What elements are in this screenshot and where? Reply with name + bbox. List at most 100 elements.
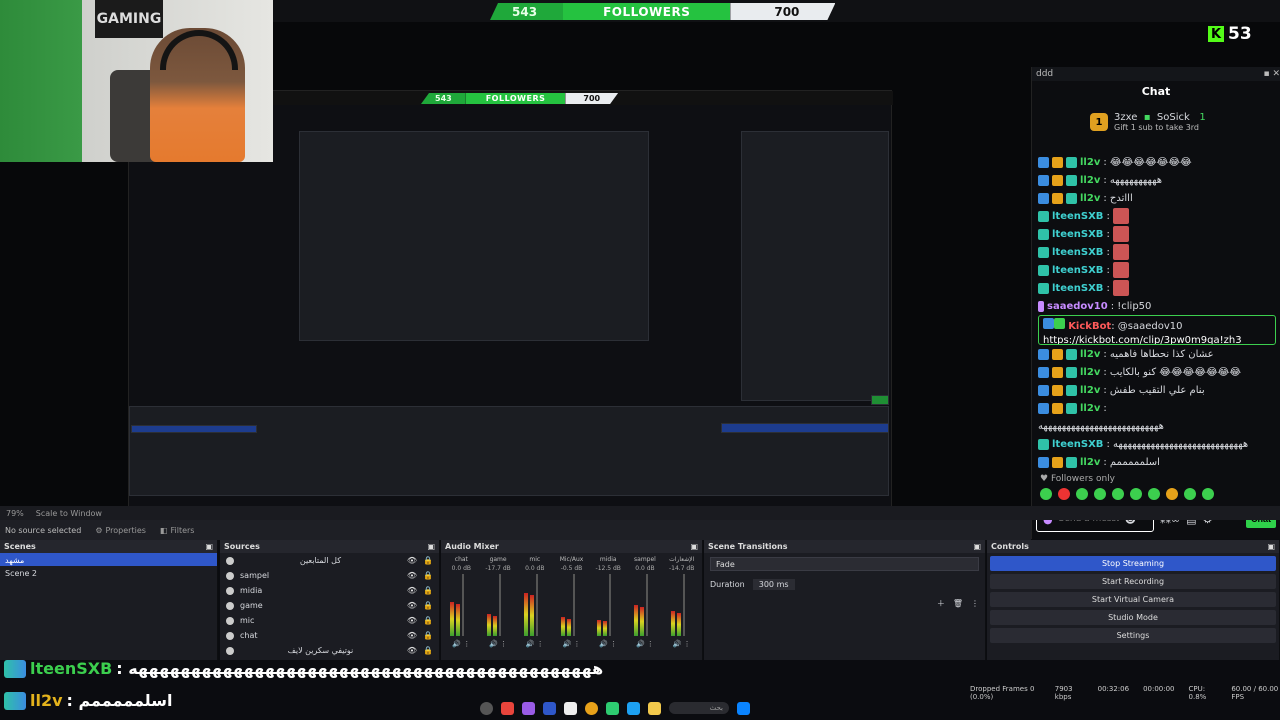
chrome-icon[interactable]	[585, 701, 598, 715]
source-item[interactable]: mic 👁 🔒	[220, 613, 439, 628]
speaker-icon[interactable]: 🔊	[563, 640, 572, 648]
chat-message: ll2v: ههههههههههه	[1038, 171, 1276, 189]
chat-dock-title: ddd	[1036, 69, 1054, 79]
app-icon[interactable]	[564, 701, 577, 715]
filters-button[interactable]: ◧ Filters	[160, 526, 195, 535]
mixer-channel[interactable]: mic 0.0 dB 🔊 ⋮	[518, 556, 551, 648]
followers-goal: 700	[730, 3, 835, 20]
settings-button[interactable]: Settings	[990, 628, 1276, 643]
mixer-channel[interactable]: chat 0.0 dB 🔊 ⋮	[445, 556, 478, 648]
folder-icon[interactable]	[648, 701, 661, 715]
start-recording-button[interactable]: Start Recording	[990, 574, 1276, 589]
more-icon[interactable]: ⋮	[463, 640, 470, 648]
volume-meter[interactable]	[670, 574, 693, 636]
overlay-user: lteenSXB	[30, 659, 113, 678]
zoom-level[interactable]: 79%	[6, 509, 24, 518]
lock-icon: 🔒	[423, 601, 433, 610]
source-item[interactable]: نوتيفي سكرين لايف 👁 🔒	[220, 643, 439, 658]
dock-close-icon[interactable]: ▪ ✕	[1263, 69, 1280, 79]
chat-message: saaedov10: !clip50	[1038, 297, 1276, 315]
overlay-user: ll2v	[30, 691, 63, 710]
app-icon[interactable]	[522, 701, 535, 715]
stop-streaming-button[interactable]: Stop Streaming	[990, 556, 1276, 571]
chat-message: lteenSXB:	[1038, 261, 1276, 279]
brave-icon[interactable]	[501, 701, 514, 715]
chat-message: ll2v: اسلمممممم	[1038, 453, 1276, 471]
app-icon[interactable]	[606, 701, 619, 715]
speaker-icon[interactable]: 🔊	[452, 640, 461, 648]
properties-button[interactable]: ⚙ Properties	[95, 526, 146, 535]
emote-icon	[1112, 488, 1124, 500]
more-icon[interactable]: ⋮	[573, 640, 580, 648]
windows-icon[interactable]	[737, 701, 750, 715]
more-icon[interactable]: ⋮	[500, 640, 507, 648]
speaker-icon[interactable]: 🔊	[673, 640, 682, 648]
speaker-icon[interactable]: 🔊	[599, 640, 608, 648]
nested-followers-bar: 543 FOLLOWERS 700	[421, 93, 618, 104]
chat-message: lteenSXB:	[1038, 207, 1276, 225]
duration-input[interactable]: 300 ms	[752, 579, 795, 590]
emote-icon	[1094, 488, 1106, 500]
scene-item[interactable]: Scene 2	[0, 566, 217, 579]
speaker-icon[interactable]: 🔊	[526, 640, 535, 648]
source-item[interactable]: sampel 👁 🔒	[220, 568, 439, 583]
volume-meter[interactable]	[597, 574, 619, 636]
app-icon[interactable]	[627, 701, 640, 715]
app-icon[interactable]	[543, 701, 556, 715]
channel-name: mic	[529, 556, 541, 563]
speaker-icon[interactable]: 🔊	[489, 640, 498, 648]
transition-select[interactable]: Fade	[710, 557, 979, 571]
search-input[interactable]: بحث	[669, 702, 729, 714]
more-icon[interactable]: ⋮	[537, 640, 544, 648]
nested-chat-button	[871, 395, 889, 405]
chat-messages: ll2v: 😂😂😂😂😂😂😂 ll2v: ههههههههههه ll2v: اا…	[1038, 153, 1276, 471]
bitrate: 7903 kbps	[1054, 685, 1073, 701]
mixer-channel[interactable]: Mic/Aux -0.5 dB 🔊 ⋮	[555, 556, 588, 648]
trash-icon[interactable]: 🗑	[953, 599, 963, 608]
more-icon[interactable]: ⋮	[610, 640, 617, 648]
more-icon[interactable]: ⋮	[684, 640, 691, 648]
mixer-channel[interactable]: game -17.7 dB 🔊 ⋮	[482, 556, 515, 648]
channel-name: game	[489, 556, 507, 563]
speaker-icon	[226, 586, 234, 595]
source-item[interactable]: game 👁 🔒	[220, 598, 439, 613]
emote-icon	[1130, 488, 1142, 500]
studio-mode-button[interactable]: Studio Mode	[990, 610, 1276, 625]
lock-icon: 🔒	[423, 616, 433, 625]
pinned-gift-text: Gift 1 sub to take 3rd	[1114, 123, 1200, 132]
volume-meter[interactable]	[560, 574, 583, 636]
volume-meter[interactable]	[450, 574, 472, 636]
source-item[interactable]: كل المتابعين 👁 🔒	[220, 553, 439, 568]
more-icon[interactable]: ⋮	[647, 640, 654, 648]
stream-time: 00:32:06	[1097, 685, 1130, 693]
chat-message: ll2v: كنو بالكايب 😂😂😂😂😂😂😂	[1038, 363, 1276, 381]
volume-meter[interactable]	[487, 574, 509, 636]
source-item[interactable]: midia 👁 🔒	[220, 583, 439, 598]
more-icon[interactable]: ⋮	[971, 599, 979, 608]
lock-icon: 🔒	[423, 586, 433, 595]
start-virtual-camera-button[interactable]: Start Virtual Camera	[990, 592, 1276, 607]
channel-db: 0.0 dB	[451, 565, 472, 572]
scene-item[interactable]: مشهد	[0, 553, 217, 566]
controls-dock: Controls ▣ Stop Streaming Start Recording…	[987, 540, 1280, 660]
speaker-icon[interactable]: 🔊	[636, 640, 645, 648]
volume-meter[interactable]	[633, 574, 656, 636]
add-icon[interactable]: ＋	[937, 598, 945, 609]
chat-message: lteenSXB: ههههههههههههههههههههههههههههه	[1038, 435, 1276, 453]
mixer-channel[interactable]: الإشعارات -14.7 dB 🔊 ⋮	[665, 556, 698, 648]
volume-meter[interactable]	[523, 574, 546, 636]
fps: 60.00 / 60.00 FPS	[1231, 685, 1279, 701]
source-item[interactable]: chat 👁 🔒	[220, 628, 439, 643]
eye-icon: 👁	[406, 616, 418, 625]
lock-icon: 🔒	[423, 631, 433, 640]
clip-link[interactable]: https://kickbot.com/clip/3pw0m9qa!zh3	[1043, 335, 1242, 344]
globe-icon	[226, 646, 234, 655]
eye-icon: 👁	[406, 631, 418, 640]
mixer-channel[interactable]: midia -12.5 dB 🔊 ⋮	[592, 556, 625, 648]
emote-bar[interactable]	[1040, 488, 1214, 500]
channel-db: -17.7 dB	[485, 565, 511, 572]
kick-count: 53	[1228, 24, 1252, 44]
mixer-channel[interactable]: sampel 0.0 dB 🔊 ⋮	[629, 556, 662, 648]
obs-icon[interactable]	[480, 701, 493, 715]
scale-mode[interactable]: Scale to Window	[36, 509, 102, 518]
